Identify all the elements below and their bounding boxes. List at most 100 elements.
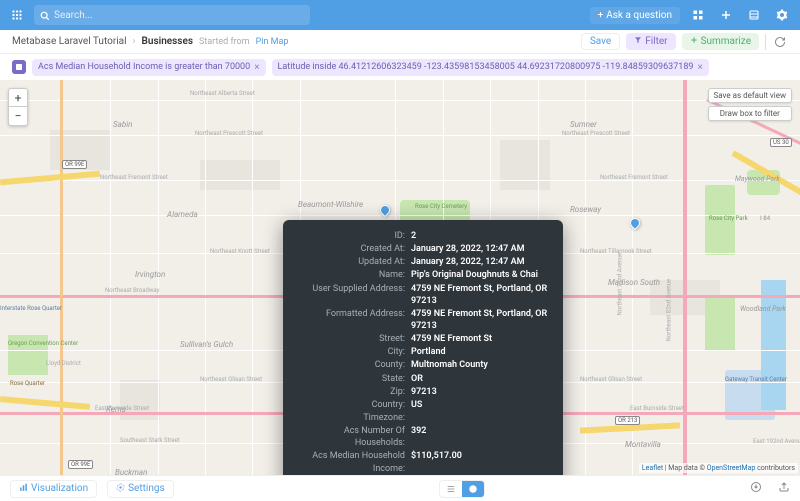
map-label: Rose City Cemetery	[415, 203, 467, 210]
tooltip-row: Formatted Address:4759 NE Fremont St, Po…	[295, 308, 551, 332]
map-highway	[0, 396, 90, 410]
tooltip-row: User Supplied Address:4759 NE Fremont St…	[295, 283, 551, 307]
map-label: Irvington	[135, 270, 165, 279]
tooltip-row: Zip:97213	[295, 386, 551, 398]
metabase-logo-icon[interactable]	[8, 6, 26, 24]
ask-question-button[interactable]: + Ask a question	[590, 7, 680, 24]
tooltip-label: ID:	[295, 230, 411, 242]
create-icon[interactable]	[716, 5, 736, 25]
map-label: East 192nd Avenue	[753, 438, 800, 445]
summarize-button[interactable]: Summarize	[682, 33, 759, 50]
map-label: Sullivan's Gulch	[180, 340, 233, 349]
map-pin[interactable]	[628, 216, 642, 230]
tooltip-value: Portland	[411, 346, 551, 358]
chart-mode-button[interactable]	[462, 481, 484, 497]
zoom-in-button[interactable]: +	[9, 89, 27, 107]
tooltip-value: 4759 NE Fremont St, Portland, OR 97213	[411, 283, 551, 307]
settings-label: Settings	[128, 483, 165, 494]
filter-pill-latitude[interactable]: Latitude inside 46.41212606323459 -123.4…	[272, 59, 709, 76]
tooltip-row: Country:US	[295, 399, 551, 411]
tooltip-row: Street:4759 NE Fremont St	[295, 333, 551, 345]
browse-data-icon[interactable]	[744, 5, 764, 25]
map-road	[0, 135, 800, 136]
breadcrumb-collection[interactable]: Metabase Laravel Tutorial	[12, 36, 127, 47]
zoom-out-button[interactable]: −	[9, 107, 27, 125]
map-label: Southeast Stark Street	[120, 437, 180, 444]
filter-button[interactable]: Filter	[626, 33, 675, 50]
map-label: East Burnside Street	[95, 405, 149, 412]
filter-pill-income-label: Acs Median Household Income is greater t…	[38, 62, 250, 72]
breadcrumb-question[interactable]: Businesses	[142, 36, 193, 47]
bottom-bar: Visualization Settings	[0, 475, 800, 501]
map-road	[205, 80, 206, 475]
tooltip-label: City:	[295, 346, 411, 358]
tooltip-value: US	[411, 399, 551, 411]
map-action-buttons: Save as default view Draw box to filter	[708, 88, 792, 121]
filter-pills-row: Acs Median Household Income is greater t…	[0, 54, 800, 80]
map-label: Interstate Rose Quarter	[0, 305, 45, 312]
settings-gear-icon[interactable]	[772, 5, 792, 25]
save-button[interactable]: Save	[581, 33, 620, 50]
map-label: Alameda	[167, 210, 198, 219]
map-label: Northeast Prescott Street	[562, 130, 630, 137]
map-label: Northeast Prescott Street	[195, 130, 263, 137]
breadcrumb-row: Metabase Laravel Tutorial › Businesses S…	[0, 30, 800, 54]
tooltip-label: Street:	[295, 333, 411, 345]
map-area[interactable]: Beaumont-Wilshire Alameda Sabin Irvingto…	[0, 80, 800, 475]
attrib-sep: | Map data ©	[663, 464, 707, 472]
tooltip-value: 4759 NE Fremont St, Portland, OR 97213	[411, 308, 551, 332]
visualization-button[interactable]: Visualization	[10, 480, 97, 498]
highway-shield: OR 99E	[62, 160, 87, 169]
map-label: Sumner	[570, 120, 597, 129]
draw-box-filter-button[interactable]: Draw box to filter	[708, 106, 792, 121]
save-default-view-button[interactable]: Save as default view	[708, 88, 792, 103]
osm-link[interactable]: OpenStreetMap	[707, 464, 756, 472]
map-label: Woodland Park	[740, 305, 786, 313]
table-icon[interactable]	[12, 60, 26, 74]
table-mode-button[interactable]	[440, 481, 462, 497]
map-highway	[0, 171, 100, 186]
summarize-button-label: Summarize	[701, 36, 751, 47]
map-park	[705, 295, 735, 350]
filter-pill-income[interactable]: Acs Median Household Income is greater t…	[32, 59, 266, 76]
map-road	[110, 80, 111, 475]
view-mode-toggle	[439, 480, 485, 498]
map-water	[761, 280, 786, 410]
map-label: Northeast Broadway	[105, 287, 160, 294]
map-label: Oregon Convention Center	[8, 340, 48, 347]
close-icon[interactable]: ×	[254, 62, 259, 73]
leaflet-link[interactable]: Leaflet	[642, 464, 663, 472]
tooltip-value: 4759 NE Fremont St	[411, 333, 551, 345]
chart-icon	[19, 483, 28, 495]
map-highway	[683, 80, 687, 475]
search-wrapper	[34, 5, 310, 25]
started-from-origin[interactable]: Pin Map	[256, 37, 289, 47]
app-grid-icon[interactable]	[688, 5, 708, 25]
tooltip-label: Zip:	[295, 386, 411, 398]
map-road	[0, 215, 800, 216]
tooltip-row: City:Portland	[295, 346, 551, 358]
search-icon	[40, 6, 50, 25]
tooltip-label: Created At:	[295, 243, 411, 255]
tooltip-row: Created At:January 28, 2022, 12:47 AM	[295, 243, 551, 255]
download-icon[interactable]	[750, 481, 762, 496]
search-input[interactable]	[54, 10, 304, 21]
map-label: Northeast Glisan Street	[580, 376, 642, 383]
tooltip-value	[411, 412, 551, 424]
tooltip-row: Updated At:January 28, 2022, 12:47 AM	[295, 256, 551, 268]
close-icon[interactable]: ×	[697, 62, 702, 73]
tooltip-label: Country:	[295, 399, 411, 411]
visualization-label: Visualization	[31, 483, 88, 494]
settings-button[interactable]: Settings	[107, 480, 174, 498]
tooltip-row: State:OR	[295, 373, 551, 385]
map-road	[252, 80, 253, 475]
map-label: Northeast Glisan Street	[200, 376, 262, 383]
tooltip-row: Timezone:	[295, 412, 551, 424]
refresh-icon[interactable]	[772, 36, 788, 48]
zoom-control: + −	[8, 88, 28, 126]
tooltip-value: Pip's Original Doughnuts & Chai	[411, 269, 551, 281]
map-label: Northeast 82nd Avenue	[666, 279, 673, 342]
top-nav: + Ask a question	[0, 0, 800, 30]
tooltip-label: Acs Number Of Households:	[295, 425, 411, 449]
share-icon[interactable]	[778, 481, 790, 496]
